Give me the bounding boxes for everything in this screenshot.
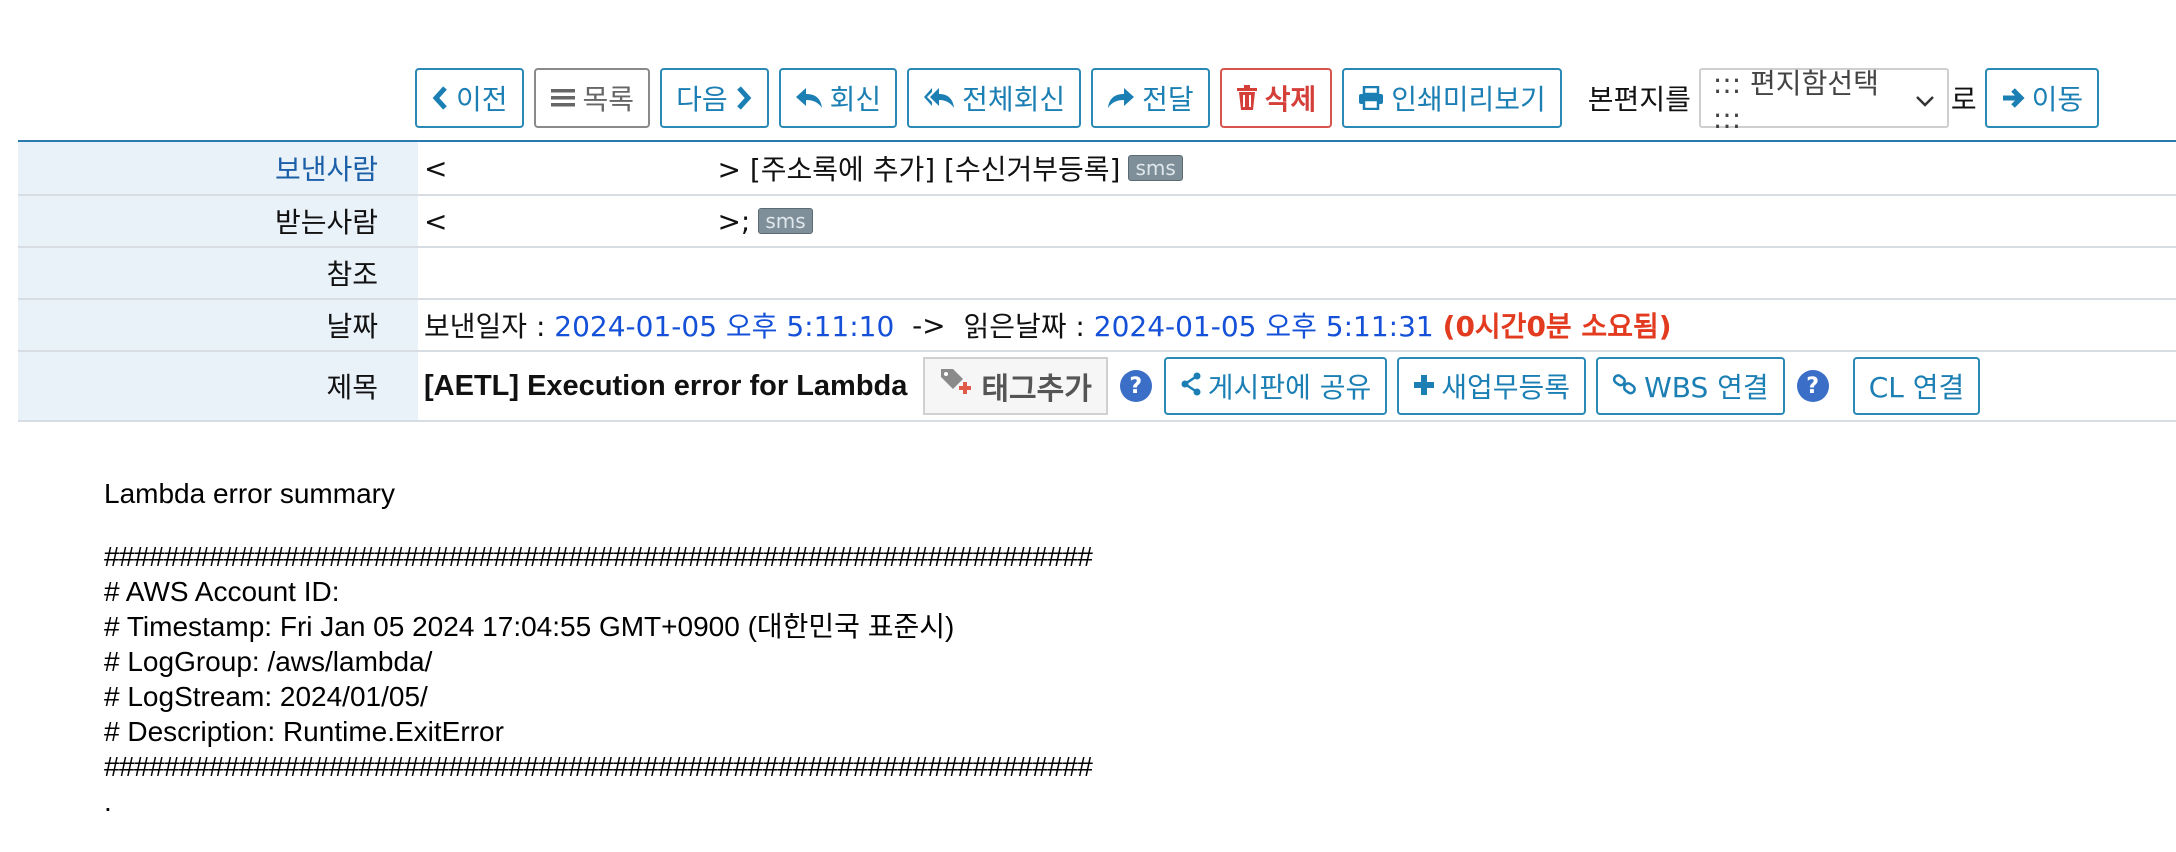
reply-button[interactable]: 회신 bbox=[778, 68, 898, 128]
print-preview-label: 인쇄미리보기 bbox=[1391, 83, 1546, 116]
share-board-label: 게시판에 공유 bbox=[1207, 371, 1372, 404]
share-board-button[interactable]: 게시판에 공유 bbox=[1163, 357, 1388, 415]
cl-link-button[interactable]: CL 연결 bbox=[1852, 357, 1981, 415]
subject-label: 제목 bbox=[18, 352, 418, 420]
wbs-link-label: WBS 연결 bbox=[1644, 371, 1769, 404]
delete-label: 삭제 bbox=[1264, 83, 1317, 116]
to-close: >; bbox=[717, 204, 751, 238]
body-timestamp: # Timestamp: Fri Jan 05 2024 17:04:55 GM… bbox=[104, 611, 955, 642]
list-button[interactable]: 목록 bbox=[533, 68, 651, 128]
read-prefix: 읽은날짜 : bbox=[963, 310, 1085, 343]
date-row: 날짜 보낸일자 : 2024-01-05 오후 5:11:10 -> 읽은날짜 … bbox=[18, 300, 2176, 352]
mail-header: 보낸사람 < > [주소록에 추가] [수신거부등록] sms 받는사람 < >… bbox=[18, 140, 2176, 422]
to-open: < bbox=[424, 204, 448, 238]
date-value: 보낸일자 : 2024-01-05 오후 5:11:10 -> 읽은날짜 : 2… bbox=[418, 300, 2176, 350]
body-logstream: # LogStream: 2024/01/05/ bbox=[104, 681, 428, 712]
to-label: 받는사람 bbox=[18, 196, 418, 246]
forward-button[interactable]: 전달 bbox=[1091, 68, 1210, 128]
print-preview-button[interactable]: 인쇄미리보기 bbox=[1342, 68, 1562, 128]
to-value: < >; sms bbox=[418, 196, 2176, 246]
body-summary: Lambda error summary bbox=[104, 478, 395, 509]
to-sms-badge[interactable]: sms bbox=[758, 208, 813, 234]
date-arrow: -> bbox=[912, 308, 946, 342]
from-sms-badge[interactable]: sms bbox=[1128, 155, 1183, 181]
body-account: # AWS Account ID: bbox=[104, 576, 340, 607]
sent-date: 2024-01-05 오후 5:11:10 bbox=[554, 310, 895, 343]
new-task-button[interactable]: 새업무등록 bbox=[1397, 357, 1587, 415]
from-row: 보낸사람 < > [주소록에 추가] [수신거부등록] sms bbox=[18, 142, 2176, 196]
cc-value bbox=[418, 248, 2176, 298]
tag-plus-icon bbox=[939, 366, 973, 406]
read-date: 2024-01-05 오후 5:11:31 bbox=[1093, 310, 1434, 343]
message-toolbar: 이전 목록 다음 회신 전체회신 전달 삭제 인쇄미리보기 본편지를::: 편… bbox=[415, 67, 2109, 135]
mail-body: Lambda error summary ###################… bbox=[104, 476, 1093, 819]
from-value: < > [주소록에 추가] [수신거부등록] sms bbox=[418, 142, 2176, 194]
to-row: 받는사람 < >; sms bbox=[18, 196, 2176, 248]
reply-all-button[interactable]: 전체회신 bbox=[907, 68, 1082, 128]
add-tag-label: 태그추가 bbox=[981, 372, 1092, 407]
body-hash-bottom: ########################################… bbox=[104, 751, 1093, 782]
chevron-right-icon bbox=[735, 85, 753, 111]
list-icon bbox=[550, 87, 576, 109]
reply-icon bbox=[795, 86, 823, 110]
trash-icon bbox=[1236, 85, 1258, 111]
move-label: 본편지를 bbox=[1587, 83, 1691, 116]
from-open: < bbox=[424, 151, 448, 185]
plus-icon bbox=[1413, 370, 1435, 403]
arrow-right-icon bbox=[2001, 86, 2025, 110]
cl-link-label: CL 연결 bbox=[1868, 371, 1965, 404]
elapsed-time: (0시간0분 소요됨) bbox=[1442, 310, 1672, 343]
next-button[interactable]: 다음 bbox=[660, 68, 769, 128]
move-button-label: 이동 bbox=[2031, 83, 2084, 116]
subject-row: 제목 [AETL] Execution error for Lambda 태그추… bbox=[18, 352, 2176, 422]
reply-all-label: 전체회신 bbox=[962, 83, 1066, 116]
forward-label: 전달 bbox=[1142, 83, 1194, 116]
chevron-left-icon bbox=[431, 85, 449, 111]
from-label: 보낸사람 bbox=[18, 142, 418, 194]
help-icon-wbs[interactable]: ? bbox=[1796, 370, 1829, 402]
prev-label: 이전 bbox=[456, 83, 508, 116]
next-label: 다음 bbox=[676, 83, 728, 116]
new-task-label: 새업무등록 bbox=[1441, 371, 1571, 404]
chevron-down-icon bbox=[1915, 82, 1935, 115]
move-button[interactable]: 이동 bbox=[1984, 68, 2100, 128]
body-description: # Description: Runtime.ExitError bbox=[104, 716, 504, 747]
printer-icon bbox=[1358, 86, 1384, 110]
subject-text: [AETL] Execution error for Lambda bbox=[424, 369, 908, 402]
folder-select[interactable]: ::: 편지함선택 ::: bbox=[1698, 67, 1949, 135]
help-icon[interactable]: ? bbox=[1119, 370, 1152, 402]
from-actions[interactable]: > [주소록에 추가] [수신거부등록] bbox=[717, 148, 1120, 188]
body-hash-top: ########################################… bbox=[104, 541, 1093, 572]
link-icon bbox=[1612, 370, 1638, 403]
prev-button[interactable]: 이전 bbox=[415, 68, 524, 128]
wbs-link-button[interactable]: WBS 연결 bbox=[1596, 357, 1785, 415]
forward-icon bbox=[1107, 86, 1135, 110]
cc-label: 참조 bbox=[18, 248, 418, 298]
move-suffix: 로 bbox=[1950, 83, 1977, 116]
folder-select-value: ::: 편지함선택 ::: bbox=[1712, 66, 1879, 135]
cc-row: 참조 bbox=[18, 248, 2176, 300]
sent-prefix: 보낸일자 : bbox=[424, 310, 546, 343]
body-loggroup: # LogGroup: /aws/lambda/ bbox=[104, 646, 433, 677]
subject-value: [AETL] Execution error for Lambda 태그추가 ?… bbox=[418, 352, 2176, 420]
delete-button[interactable]: 삭제 bbox=[1219, 68, 1333, 128]
reply-all-icon bbox=[923, 86, 955, 110]
add-tag-button[interactable]: 태그추가 bbox=[923, 357, 1108, 415]
share-icon bbox=[1180, 370, 1202, 403]
body-dot: . bbox=[104, 786, 112, 817]
list-label: 목록 bbox=[582, 83, 635, 116]
date-label: 날짜 bbox=[18, 300, 418, 350]
reply-label: 회신 bbox=[829, 83, 882, 116]
